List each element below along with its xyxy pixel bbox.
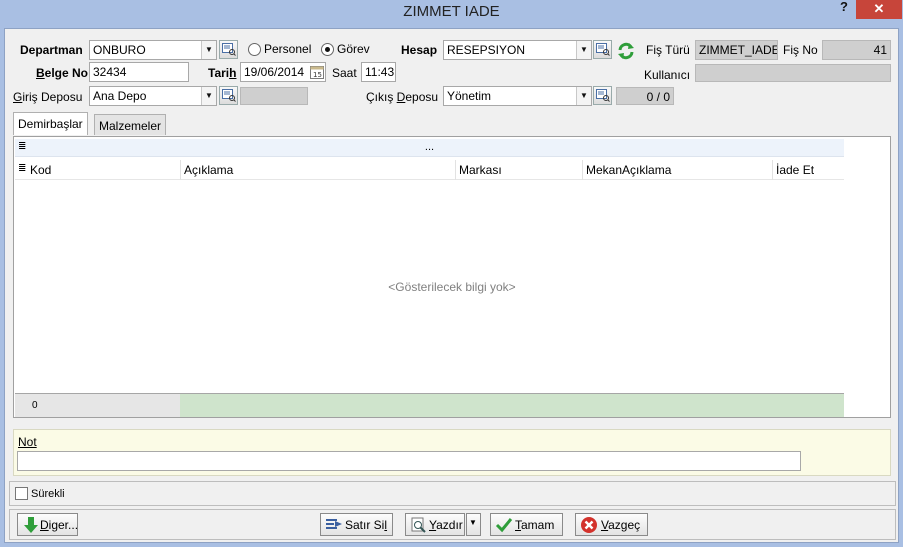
column-header-aciklama[interactable]: Açıklama [180,160,455,180]
diger-button[interactable]: Diger... [17,513,78,536]
help-button[interactable]: ? [834,0,854,17]
gorev-radio[interactable] [321,43,334,56]
cikis-deposu-value: Yönetim [447,89,492,103]
giris-deposu-label: Giriş Deposu [13,90,83,104]
not-panel: Not [13,429,891,476]
footer-count: 0 [32,400,38,411]
group-row-text: ... [424,141,435,153]
lookup-list-icon [596,43,610,56]
saat-label: Saat [332,66,357,80]
hesap-combo[interactable]: RESEPSIYON ▼ [443,40,592,60]
belge-no-label: Belge No [36,66,89,80]
fis-turu-label: Fiş Türü [646,43,690,57]
surekli-checkbox[interactable] [15,487,28,500]
giris-deposu-value: Ana Depo [93,89,147,103]
chevron-down-icon[interactable]: ▼ [576,41,591,59]
checkmark-icon [495,518,513,533]
chevron-down-icon: ▼ [469,518,477,527]
gorev-radio-label: Görev [337,42,370,56]
departman-label: Departman [20,43,83,57]
hesap-label: Hesap [401,43,438,57]
personel-radio-label: Personel [264,42,312,56]
not-label: Not [18,435,37,449]
svg-text:15: 15 [313,71,322,79]
arrow-down-icon [24,517,38,533]
print-preview-icon [411,517,426,533]
fis-no-label: Fiş No [783,43,818,57]
departman-value: ONBURO [93,43,146,57]
fis-turu-field: ZIMMET_IADE [695,40,778,60]
satir-sil-button[interactable]: Satır Sil [320,513,393,536]
cikis-deposu-label: Çıkış Deposu [366,90,439,104]
cikis-deposu-combo[interactable]: Yönetim ▼ [443,86,592,106]
grid-footer: 0 [15,393,844,417]
chevron-down-icon[interactable]: ▼ [201,41,216,59]
giris-deposu-extra-field [240,87,308,105]
lookup-list-icon [596,89,610,102]
cikis-deposu-count: 0 / 0 [616,87,674,105]
fis-no-field: 41 [822,40,891,60]
title-bar: ZIMMET IADE ? ✕ [0,0,903,28]
belge-no-input[interactable]: 32434 [89,62,189,82]
saat-input[interactable]: 11:43 [361,62,396,82]
delete-row-icon [326,519,342,529]
cancel-icon [581,517,597,533]
vazgec-button[interactable]: Vazgeç [575,513,648,536]
lookup-list-icon [222,89,236,102]
grid-empty-message: <Gösterilecek bilgi yok> [388,280,516,294]
hesap-lookup-button[interactable] [593,40,612,59]
yazdir-button[interactable]: Yazdır [405,513,465,536]
kullanici-field [695,64,891,82]
tarih-label: Tarih [208,66,237,80]
yazdir-dropdown-button[interactable]: ▼ [466,513,481,536]
refresh-icon [618,42,634,60]
tab-demirbaslar[interactable]: Demirbaşlar [13,112,88,135]
departman-lookup-button[interactable] [219,40,238,59]
chevron-down-icon[interactable]: ▼ [201,87,216,105]
personel-radio[interactable] [248,43,261,56]
kullanici-label: Kullanıcı [644,68,691,82]
grid-header: ≣ Kod Açıklama Markası MekanAçıklama İad… [15,160,844,180]
column-chooser-icon[interactable]: ≣ [18,163,26,174]
calendar-icon[interactable]: 15 [310,65,324,81]
tarih-value: 19/06/2014 [244,65,305,79]
options-bar: Sürekli [9,481,896,506]
surekli-label: Sürekli [31,488,65,500]
form-client-area: Departman ONBURO ▼ Personel Görev Hesap … [4,28,899,543]
hesap-value: RESEPSIYON [447,43,526,57]
cikis-deposu-lookup-button[interactable] [593,86,612,105]
chevron-down-icon[interactable]: ▼ [576,87,591,105]
tarih-date-input[interactable]: 19/06/2014 15 [240,62,326,82]
group-by-row[interactable]: ≣ ... [15,139,844,157]
column-header-mekan-aciklama[interactable]: MekanAçıklama [582,160,772,180]
departman-combo[interactable]: ONBURO ▼ [89,40,217,60]
close-button[interactable]: ✕ [856,0,902,19]
not-input[interactable] [17,451,801,471]
window-title: ZIMMET IADE [403,3,500,20]
demirbas-grid: ≣ ... ≣ Kod Açıklama Markası MekanAçıkla… [13,136,891,418]
giris-deposu-lookup-button[interactable] [219,86,238,105]
footer-count-cell: 0 [15,394,180,417]
column-header-kod[interactable]: Kod [27,160,180,180]
refresh-button[interactable] [615,40,634,60]
button-bar: Diger... Satır Sil Yazdır ▼ Tamam Vazgeç [9,509,896,540]
tamam-button[interactable]: Tamam [490,513,563,536]
giris-deposu-combo[interactable]: Ana Depo ▼ [89,86,217,106]
column-header-iade-et[interactable]: İade Et [772,160,844,180]
column-header-markasi[interactable]: Markası [455,160,582,180]
lookup-list-icon [222,43,236,56]
tab-malzemeler[interactable]: Malzemeler [94,114,167,135]
